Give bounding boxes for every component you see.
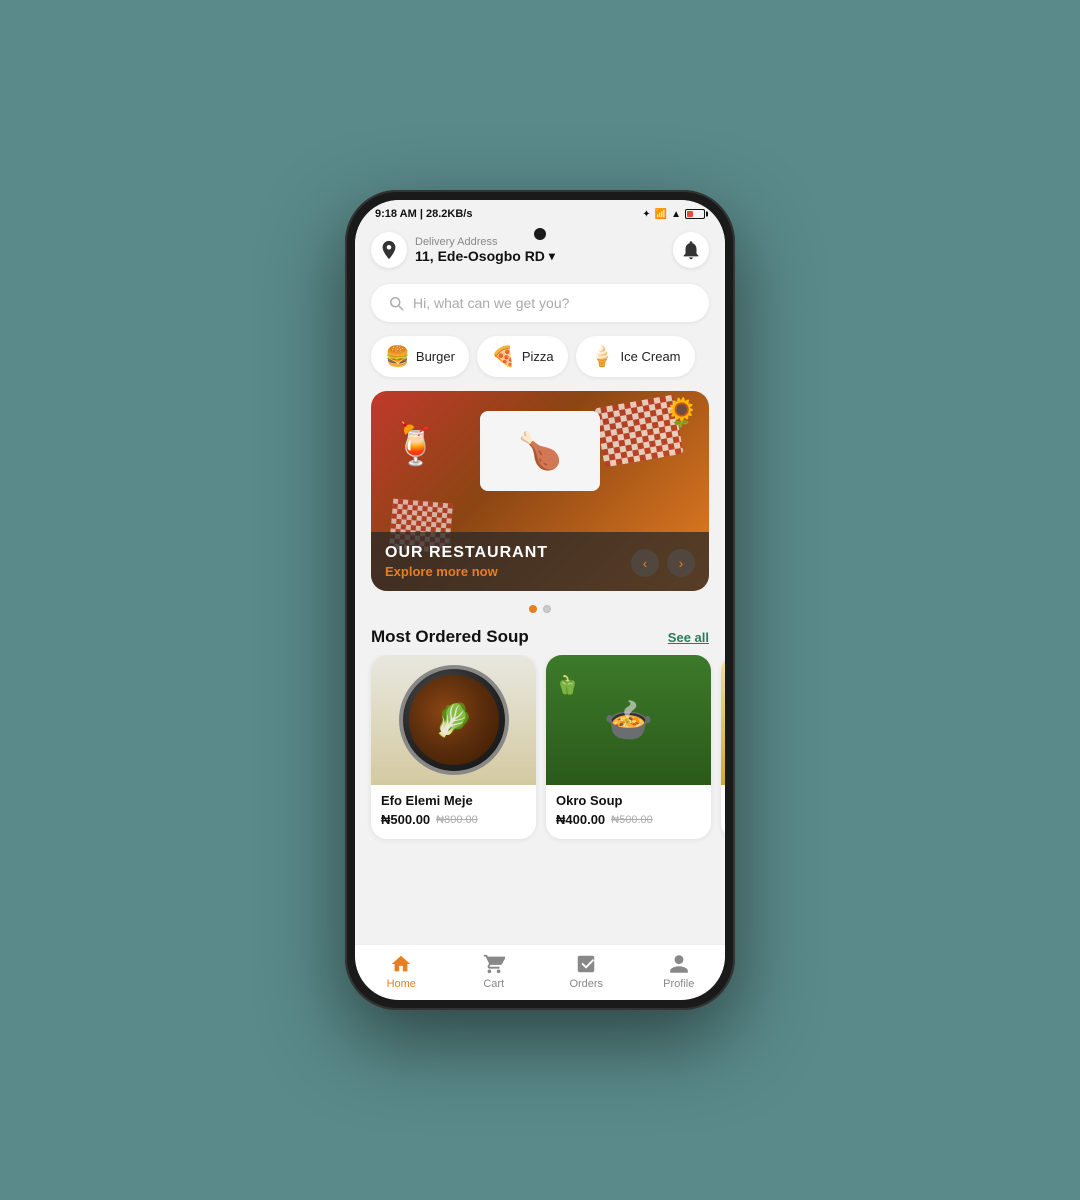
okro-name: Okro Soup [546,785,711,812]
partial-image: 🍜 [721,655,725,785]
cart-label: Cart [483,978,504,990]
wifi-icon: ▲ [671,209,681,220]
notification-bell-button[interactable] [673,232,709,268]
camera-notch [534,228,546,240]
efo-price-row: ₦500.00 ₦800.00 [371,812,536,827]
search-icon [387,294,405,312]
header-address: Delivery Address 11, Ede-Osogbo RD ▾ [415,236,555,264]
nav-cart[interactable]: Cart [464,953,524,990]
pot-inner-efo: 🥬 [409,675,499,765]
banner-navigation: ‹ › [631,549,695,577]
food-card-partial[interactable]: 🍜 Og ₦6 [721,655,725,839]
okro-old-price: ₦500.00 [611,814,653,826]
dot-1[interactable] [529,605,537,613]
category-icecream[interactable]: 🍦 Ice Cream [576,336,695,377]
cart-icon [483,953,505,975]
banner-prev-button[interactable]: ‹ [631,549,659,577]
nav-profile[interactable]: Profile [649,953,709,990]
food-card-efo[interactable]: 🥬 Efo Elemi Meje ₦500.00 ₦800.00 [371,655,536,839]
efo-old-price: ₦800.00 [436,814,478,826]
phone-screen: 9:18 AM | 28.2KB/s ✦ 📶 ▲ [355,200,725,1000]
home-icon [390,953,412,975]
status-icons: ✦ 📶 ▲ [642,209,705,220]
okro-price-row: ₦400.00 ₦500.00 [546,812,711,827]
search-box[interactable]: Hi, what can we get you? [371,284,709,322]
okro-price: ₦400.00 [556,812,605,827]
status-bar: 9:18 AM | 28.2KB/s ✦ 📶 ▲ [355,200,725,224]
pizza-emoji: 🍕 [491,344,516,369]
okro-bowl: 🫑 🍲 [546,655,711,785]
burger-emoji: 🍔 [385,344,410,369]
okro-image: 🫑 🍲 [546,655,711,785]
partial-name: Og [721,785,725,809]
food-plate: 🍗 [480,411,600,491]
signal-icon: 📶 [655,209,667,220]
drink-glass: 🍹 [391,421,441,468]
orders-icon [575,953,597,975]
banner-dots [355,599,725,623]
location-pin-button[interactable] [371,232,407,268]
dot-2[interactable] [543,605,551,613]
profile-label: Profile [663,978,694,990]
section-title: Most Ordered Soup [371,627,529,647]
address-row[interactable]: 11, Ede-Osogbo RD ▾ [415,248,555,264]
nav-orders[interactable]: Orders [556,953,616,990]
okro-chunks: 🫑 [556,675,578,696]
soup-section-header: Most Ordered Soup See all [355,623,725,655]
delivery-label: Delivery Address [415,236,555,248]
battery-icon [685,209,705,219]
pin-icon [378,239,400,261]
banner-image: 🍹 🌻 🍗 OUR RESTAURANT Explore more now ‹ [371,391,709,591]
flowers-decor: 🌻 [664,396,699,429]
pizza-label: Pizza [522,349,554,364]
categories-row: 🍔 Burger 🍕 Pizza 🍦 Ice Cream [355,332,725,387]
icecream-label: Ice Cream [621,349,681,364]
prev-icon: ‹ [643,555,648,571]
status-time: 9:18 AM | 28.2KB/s [375,208,472,220]
efo-name: Efo Elemi Meje [371,785,536,812]
home-label: Home [387,978,416,990]
address-text: 11, Ede-Osogbo RD [415,248,545,264]
bottom-navigation: Home Cart Orders Profile [355,944,725,1000]
bell-icon [680,239,702,261]
partial-price-row: ₦6 [721,809,725,824]
profile-icon [668,953,690,975]
see-all-button[interactable]: See all [668,630,709,645]
banner-next-button[interactable]: › [667,549,695,577]
food-cards-row: 🥬 Efo Elemi Meje ₦500.00 ₦800.00 🫑 🍲 [355,655,725,855]
efo-price: ₦500.00 [381,812,430,827]
category-burger[interactable]: 🍔 Burger [371,336,469,377]
phone-frame: 9:18 AM | 28.2KB/s ✦ 📶 ▲ [345,190,735,1010]
next-icon: › [679,555,684,571]
search-placeholder: Hi, what can we get you? [413,295,569,311]
scroll-content: Delivery Address 11, Ede-Osogbo RD ▾ [355,224,725,944]
orders-label: Orders [569,978,603,990]
search-container: Hi, what can we get you? [355,278,725,332]
address-chevron: ▾ [549,249,555,263]
pot-efo: 🥬 [399,665,509,775]
category-pizza[interactable]: 🍕 Pizza [477,336,568,377]
bluetooth-icon: ✦ [642,209,650,220]
burger-label: Burger [416,349,455,364]
icecream-emoji: 🍦 [590,344,615,369]
nav-home[interactable]: Home [371,953,431,990]
restaurant-banner[interactable]: 🍹 🌻 🍗 OUR RESTAURANT Explore more now ‹ [371,391,709,591]
header-left: Delivery Address 11, Ede-Osogbo RD ▾ [371,232,555,268]
food-card-okro[interactable]: 🫑 🍲 Okro Soup ₦400.00 ₦500.00 [546,655,711,839]
efo-image: 🥬 [371,655,536,785]
